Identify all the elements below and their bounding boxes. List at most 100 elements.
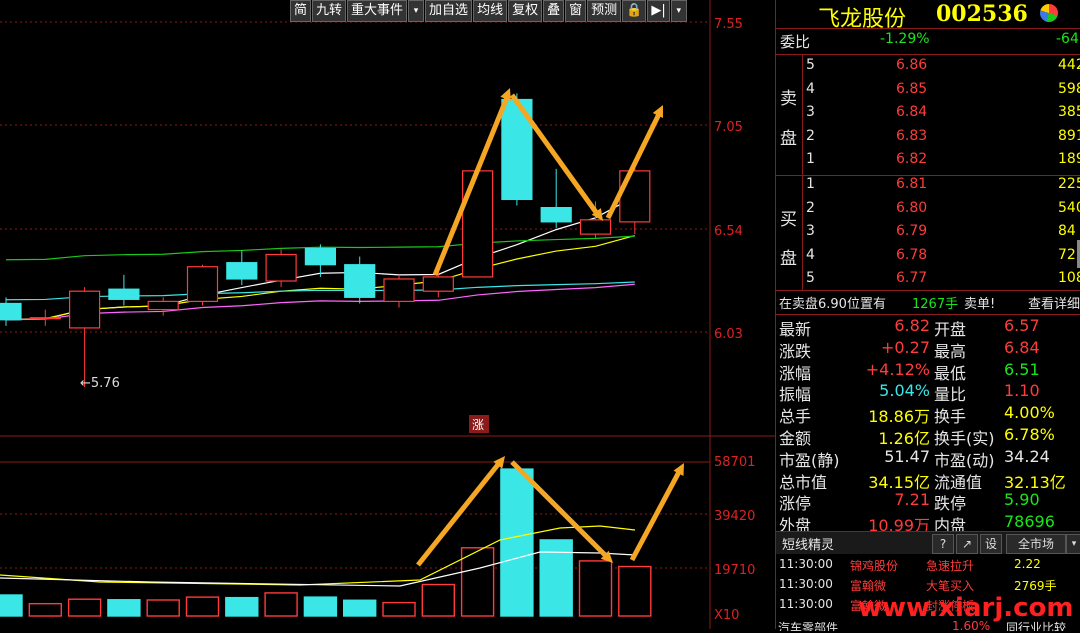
toolbar-item-4[interactable]: 加自选 — [425, 0, 473, 22]
stat-value-4-b: 4.00% — [1004, 403, 1055, 423]
stat-label-8-b: 跌停 — [934, 494, 967, 514]
toolbar-item-2[interactable]: 重大事件 — [347, 0, 408, 22]
buy-volume-4: 72 — [1058, 246, 1076, 263]
stat-value-0-a: 6.82 — [894, 316, 930, 335]
stat-label-4-a: 总手 — [779, 407, 812, 427]
pie-chart-icon[interactable] — [1040, 4, 1058, 22]
stat-label-2-a: 涨幅 — [779, 363, 812, 383]
sprite-name-0[interactable]: 锦鸡股份 — [850, 557, 898, 574]
low-marker-label: ←5.76 — [80, 376, 120, 391]
weibi-row: 委比 -1.29% -64 — [776, 31, 1080, 51]
sell-price-5: 6.82 — [896, 151, 928, 168]
stat-label-8-a: 涨停 — [779, 494, 812, 514]
price-tick-2: 6.54 — [714, 224, 743, 239]
volume-tick-2: 19710 — [714, 563, 755, 578]
stat-label-6-b: 市盈(动) — [934, 450, 995, 470]
sell-volume-2: 598 — [1058, 80, 1080, 97]
footer-industry[interactable]: 汽车零部件 — [778, 619, 838, 631]
sprite-event-1: 大笔买入 — [926, 579, 975, 593]
buy-level-5: 5 — [806, 270, 815, 287]
volume-bar-14 — [539, 539, 573, 617]
volume-bar-2 — [67, 598, 102, 617]
volume-bar-4 — [146, 599, 180, 617]
toolbar-item-0[interactable]: 简 — [290, 0, 312, 22]
candle-body-16 — [619, 170, 651, 223]
buy-price-4: 6.78 — [896, 246, 928, 263]
candle-body-0 — [0, 302, 22, 321]
toolbar-item-5[interactable]: 均线 — [473, 0, 508, 22]
candle-body-8 — [304, 247, 336, 266]
price-tick-0: 7.55 — [714, 17, 743, 32]
popout-icon[interactable]: ↗ — [956, 534, 978, 554]
volume-tick-0: 58701 — [714, 455, 755, 470]
volume-bar-16 — [618, 565, 652, 617]
volume-bar-10 — [382, 601, 416, 617]
toolbar-item-6[interactable]: 复权 — [508, 0, 543, 22]
buy-volume-1: 225 — [1058, 176, 1080, 192]
toolbar-item-10[interactable]: 🔒 — [622, 0, 647, 22]
vol-arrow-up-2 — [629, 468, 683, 562]
sell-volume-5: 189 — [1058, 151, 1080, 168]
stat-value-9-b: 78696 — [1004, 512, 1055, 532]
stat-value-4-a: 18.86万 — [868, 407, 930, 427]
stat-value-1-a: +0.27 — [880, 337, 930, 357]
sprite-value-1: 2769手 — [1014, 579, 1057, 593]
candle-body-1 — [29, 317, 61, 320]
volume-bar-7 — [264, 592, 298, 617]
toolbar-item-11[interactable]: ▶| — [647, 0, 670, 22]
stat-value-7-b: 32.13亿 — [1004, 472, 1066, 492]
sell-label-b: 盘 — [780, 129, 797, 149]
volume-bar-13 — [500, 468, 534, 617]
buy-level-2: 2 — [806, 199, 815, 216]
stat-label-6-a: 市盈(静) — [779, 450, 840, 470]
settings-button[interactable]: 设 — [980, 534, 1002, 554]
sell-level-5: 1 — [806, 151, 815, 168]
stat-value-5-a: 1.26亿 — [878, 429, 930, 448]
sprite-event-0: 急速拉升 — [926, 559, 975, 573]
sprite-value-0: 2.22 — [1014, 557, 1041, 571]
candle-body-7 — [265, 253, 297, 282]
candle-body-12 — [462, 170, 494, 278]
volume-bar-12 — [460, 547, 495, 617]
toolbar-item-12[interactable]: ▾ — [670, 0, 687, 22]
scope-select[interactable]: 全市场 — [1006, 534, 1066, 554]
stat-value-6-b: 34.24 — [1004, 446, 1050, 466]
notice-detail-link[interactable]: 查看详细 — [1028, 293, 1080, 312]
stat-value-0-b: 6.57 — [1004, 316, 1040, 335]
volume-tick-1: 39420 — [714, 509, 755, 524]
candle-body-14 — [540, 206, 572, 223]
stat-label-0-a: 最新 — [779, 320, 812, 339]
sell-level-3: 3 — [806, 104, 815, 121]
candle-body-6 — [226, 262, 258, 280]
volume-bar-6 — [225, 596, 259, 617]
buy-price-5: 6.77 — [896, 270, 928, 287]
kline-chart[interactable]: 7.55 7.05 6.54 6.03 58701 39420 19710 X10 ←5.76 涨 — [0, 0, 775, 629]
stat-label-7-a: 总市值 — [779, 472, 828, 492]
stat-value-2-b: 6.51 — [1004, 359, 1040, 379]
toolbar-item-8[interactable]: 窗 — [565, 0, 587, 22]
sell-price-3: 6.84 — [896, 104, 928, 121]
toolbar-item-1[interactable]: 九转 — [312, 0, 347, 22]
help-button[interactable]: ? — [932, 534, 954, 554]
candle-body-10 — [383, 278, 415, 303]
chart-toolbar: 简九转 重大事件 ▾ 加自选 均线 复权叠窗预测 🔒 ▶| ▾ — [290, 0, 688, 22]
toolbar-item-9[interactable]: 预测 — [587, 0, 622, 22]
quote-panel: 飞龙股份 002536 委比 -1.29% -64 卖 盘 5 6.86 442 4 6… — [775, 0, 1080, 631]
candle-body-2 — [68, 290, 101, 329]
toolbar-item-7[interactable]: 叠 — [543, 0, 565, 22]
sprite-name-1[interactable]: 富翰微 — [850, 577, 886, 594]
volume-tick-3: X10 — [714, 608, 739, 623]
toolbar-item-3[interactable]: ▾ — [408, 0, 425, 22]
sell-volume-4: 891 — [1058, 127, 1080, 144]
sprite-title[interactable]: 短线精灵 — [782, 534, 834, 553]
kline-svg[interactable]: 7.55 7.05 6.54 6.03 58701 39420 19710 X10 ←5.76 涨 — [0, 0, 775, 629]
sell-price-1: 6.86 — [896, 57, 928, 73]
candle-body-15 — [579, 219, 612, 235]
chevron-down-icon[interactable]: ▾ — [1066, 534, 1080, 554]
stat-value-2-a: +4.12% — [865, 359, 930, 379]
stat-value-7-a: 34.15亿 — [868, 472, 930, 492]
stat-label-3-b: 量比 — [934, 385, 967, 405]
volume-bar-8 — [303, 596, 338, 617]
buy-level-3: 3 — [806, 223, 815, 240]
weibi-label: 委比 — [780, 33, 811, 51]
